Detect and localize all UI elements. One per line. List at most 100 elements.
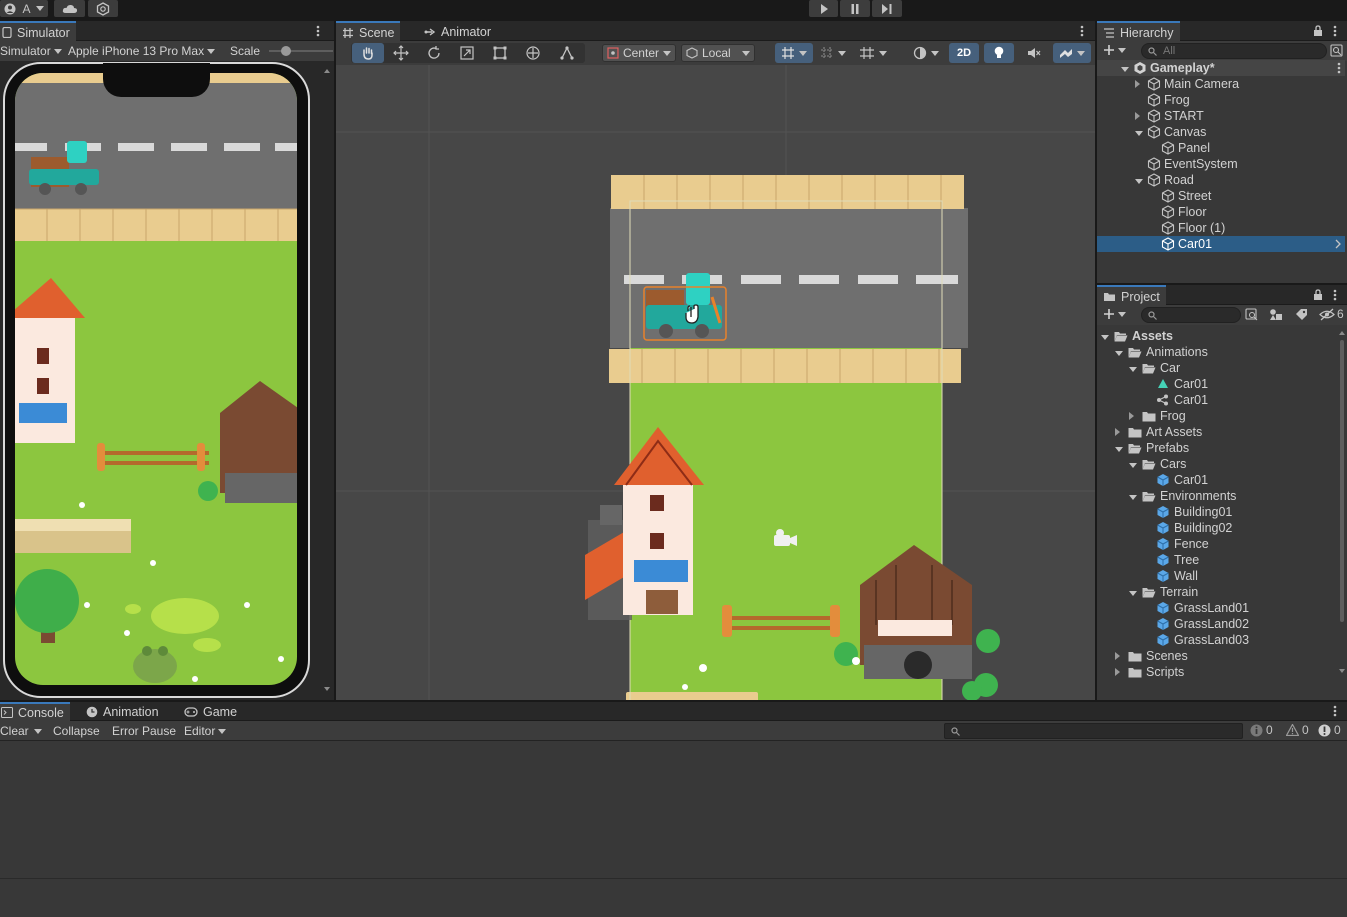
search-by-type-icon[interactable] [1245,308,1259,321]
hierarchy-search-input[interactable]: All [1141,43,1327,59]
collapsed-arrow-icon[interactable] [1129,409,1139,423]
expanded-arrow-icon[interactable] [1129,361,1139,375]
expanded-arrow-icon[interactable] [1121,61,1131,75]
hierarchy-item[interactable]: Floor [1097,204,1345,220]
tab-hierarchy[interactable]: Hierarchy [1097,21,1180,42]
collapsed-arrow-icon[interactable] [1115,665,1125,679]
log-count-toggle[interactable]: 0 [1250,721,1273,739]
create-dropdown[interactable] [1103,44,1126,56]
project-folder-item[interactable]: Scripts [1115,664,1184,680]
hierarchy-item[interactable]: Road [1097,172,1345,188]
hierarchy-item[interactable]: START [1097,108,1345,124]
project-folder-item[interactable]: Cars [1129,456,1186,472]
rect-tool-button[interactable] [485,43,515,63]
expanded-arrow-icon[interactable] [1115,441,1125,455]
tab-simulator[interactable]: Simulator [0,21,76,42]
project-folder-item[interactable]: Terrain [1129,584,1198,600]
scene-visibility-icon[interactable] [1330,44,1343,57]
tab-game[interactable]: Game [178,702,243,721]
project-folder-item[interactable]: Assets [1101,328,1173,344]
more-menu-icon[interactable] [1333,289,1337,301]
warning-count-toggle[interactable]: 0 [1286,721,1309,739]
custom-tool-button[interactable] [552,43,582,63]
project-folder-item[interactable]: Scenes [1115,648,1188,664]
collab-button[interactable] [88,0,118,17]
expanded-arrow-icon[interactable] [1129,489,1139,503]
tab-animator[interactable]: Animator [418,21,497,42]
project-asset-item[interactable]: GrassLand03 [1143,632,1249,648]
collapse-toggle[interactable]: Collapse [53,723,100,739]
audio-toggle[interactable] [1019,43,1049,63]
scrollbar[interactable] [322,65,332,695]
grid-snap-toggle[interactable] [775,43,813,63]
hierarchy-item[interactable]: Frog [1097,92,1345,108]
snap-increment-dropdown[interactable] [815,43,851,63]
create-dropdown[interactable] [1103,308,1126,320]
game-screen[interactable] [15,73,297,685]
effects-dropdown[interactable] [1053,43,1091,63]
project-asset-item[interactable]: Tree [1143,552,1199,568]
grid-visibility-dropdown[interactable] [854,43,892,63]
scene-viewport[interactable] [336,65,1095,700]
lock-icon[interactable] [1313,25,1323,36]
scale-slider[interactable] [269,50,333,52]
tab-scene[interactable]: Scene [336,21,401,42]
expanded-arrow-icon[interactable] [1135,173,1145,187]
project-asset-item[interactable]: Building02 [1143,520,1232,536]
clear-button[interactable]: Clear [0,723,29,739]
more-menu-icon[interactable] [1333,705,1337,717]
tab-console[interactable]: Console [0,702,70,721]
collapsed-arrow-icon[interactable] [1135,77,1145,91]
clear-options-dropdown[interactable] [34,723,46,739]
project-asset-item[interactable]: Building01 [1143,504,1232,520]
project-folder-item[interactable]: Prefabs [1115,440,1189,456]
filter-by-label-icon[interactable] [1295,308,1308,321]
project-folder-item[interactable]: Environments [1129,488,1236,504]
more-menu-icon[interactable] [1333,25,1337,37]
scrollbar[interactable] [1337,328,1347,680]
project-asset-item[interactable]: Car01 [1143,472,1208,488]
more-menu-icon[interactable] [1337,62,1341,74]
project-asset-item[interactable]: GrassLand02 [1143,616,1249,632]
more-menu-icon[interactable] [316,25,322,37]
tab-project[interactable]: Project [1097,285,1166,306]
project-folder-item[interactable]: Car [1129,360,1180,376]
lighting-toggle[interactable] [984,43,1014,63]
hierarchy-item[interactable]: Canvas [1097,124,1345,140]
chevron-right-icon[interactable] [1335,239,1341,249]
simulator-mode-dropdown[interactable]: Simulator [0,43,62,59]
collapsed-arrow-icon[interactable] [1115,425,1125,439]
project-asset-item[interactable]: Car01 [1143,376,1208,392]
hierarchy-item[interactable]: Main Camera [1097,76,1345,92]
editor-dropdown[interactable]: Editor [184,723,227,739]
pivot-dropdown[interactable]: Center [602,44,676,62]
expanded-arrow-icon[interactable] [1129,585,1139,599]
project-folder-item[interactable]: Frog [1129,408,1186,424]
error-count-toggle[interactable]: 0 [1318,721,1341,739]
hierarchy-item[interactable]: EventSystem [1097,156,1345,172]
transform-tool-button[interactable] [518,43,548,63]
cloud-button[interactable] [54,0,85,17]
expanded-arrow-icon[interactable] [1135,125,1145,139]
lock-icon[interactable] [1313,289,1323,300]
project-folder-item[interactable]: Art Assets [1115,424,1202,440]
hand-tool-button[interactable] [352,43,384,63]
move-tool-button[interactable] [386,43,416,63]
tab-animation[interactable]: Animation [80,702,165,721]
scale-slider-thumb[interactable] [281,46,291,56]
hidden-packages-toggle[interactable]: 6 [1319,307,1344,321]
device-dropdown[interactable]: Apple iPhone 13 Pro Max [68,43,216,59]
hierarchy-item[interactable]: Floor (1) [1097,220,1345,236]
draw-mode-dropdown[interactable] [907,43,945,63]
collapsed-arrow-icon[interactable] [1135,109,1145,123]
account-dropdown[interactable]: A [0,0,48,17]
project-asset-item[interactable]: GrassLand01 [1143,600,1249,616]
play-button[interactable] [809,0,838,17]
filter-by-type-icon[interactable] [1269,308,1283,321]
expanded-arrow-icon[interactable] [1115,345,1125,359]
hierarchy-item[interactable]: Panel [1097,140,1345,156]
2d-mode-toggle[interactable]: 2D [949,43,979,63]
rotate-tool-button[interactable] [419,43,449,63]
console-search-input[interactable] [944,723,1243,739]
error-pause-toggle[interactable]: Error Pause [112,723,176,739]
